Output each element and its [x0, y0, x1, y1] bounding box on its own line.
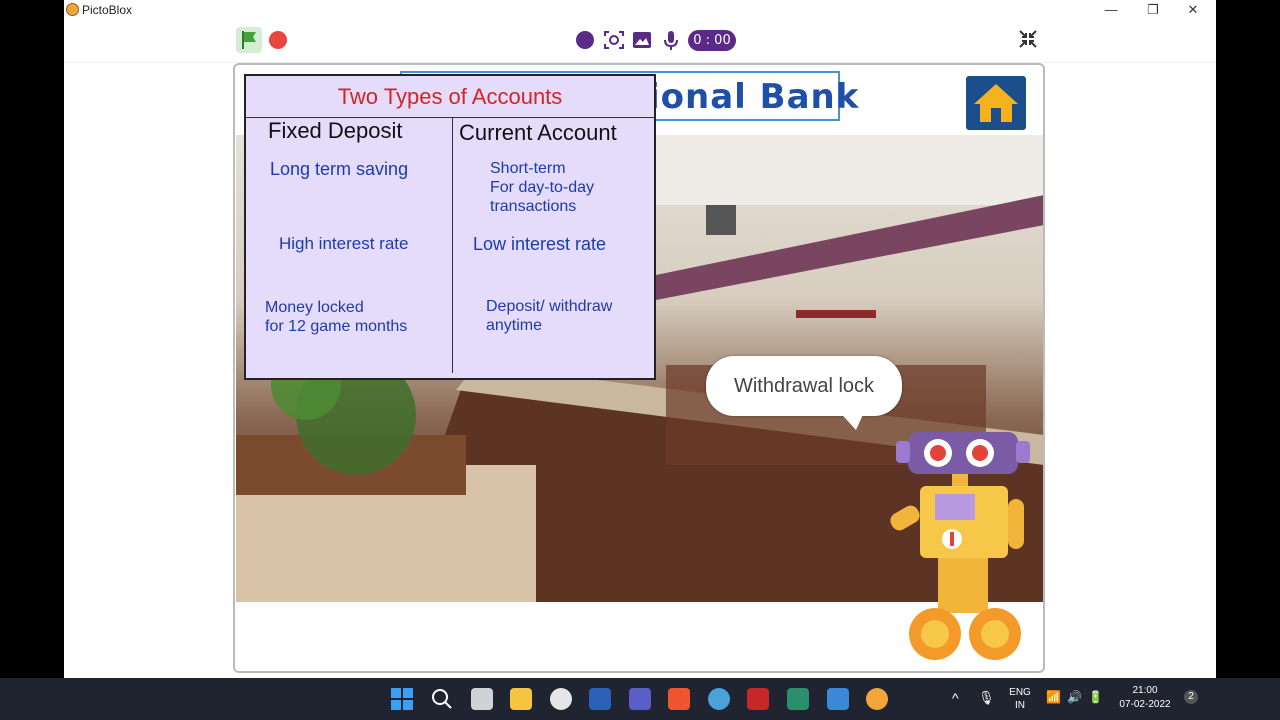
microphone-button[interactable]: [661, 30, 681, 50]
language-label: ENG: [1009, 687, 1031, 698]
record-button[interactable]: [575, 30, 595, 50]
volume-icon[interactable]: 🔊: [1067, 690, 1082, 704]
screenshot-icon: [604, 31, 624, 49]
acrobat-icon[interactable]: [747, 688, 769, 710]
robot-sprite[interactable]: [890, 429, 1040, 669]
show-hidden-icons-icon[interactable]: ^: [952, 690, 959, 706]
window-title: PictoBlox: [82, 3, 133, 17]
speech-bubble: Withdrawal lock: [706, 356, 902, 430]
column-divider: [452, 117, 453, 373]
pictoblox-logo-icon: [66, 3, 79, 16]
accounts-comparison-card: Two Types of Accounts Fixed Deposit Curr…: [244, 74, 656, 380]
fixed-deposit-lock: Money locked for 12 game months: [265, 299, 408, 335]
language-indicator[interactable]: ENG IN: [1006, 686, 1034, 712]
minimize-button[interactable]: —: [1090, 0, 1132, 20]
current-account-term: Short-term For day-to-day transactions: [490, 160, 595, 215]
clock-date: 07-02-2022: [1119, 699, 1171, 710]
record-icon: [576, 31, 594, 49]
task-view-icon[interactable]: [471, 688, 493, 710]
title-bar: PictoBlox — ❐ ✕: [64, 0, 1216, 20]
wifi-icon[interactable]: 📶: [1046, 690, 1061, 704]
search-icon[interactable]: [431, 688, 453, 710]
recording-timer: 0 : 00: [688, 30, 736, 51]
windows-start-icon[interactable]: [391, 688, 413, 710]
card-title: Two Types of Accounts: [337, 84, 563, 109]
zoom-icon[interactable]: [827, 688, 849, 710]
fullscreen-toggle-button[interactable]: [1019, 30, 1039, 50]
image-icon: [633, 32, 651, 48]
app-window: PictoBlox — ❐ ✕ 0: 00 ional Bank Two Ty…: [64, 0, 1216, 678]
notification-badge[interactable]: 2: [1184, 690, 1198, 704]
stage-canvas[interactable]: ional Bank Two Types of Accounts Fixed D…: [233, 63, 1045, 673]
fixed-deposit-term: Long term saving: [270, 159, 409, 179]
bank-title: ional Bank: [648, 77, 860, 117]
microphone-tray-icon[interactable]: 🎙: [978, 690, 995, 706]
globe-icon[interactable]: [708, 688, 730, 710]
current-account-interest: Low interest rate: [473, 234, 607, 254]
home-icon: [974, 84, 1018, 122]
battery-icon[interactable]: 🔋: [1088, 690, 1103, 704]
clock-time: 21:00: [1132, 685, 1158, 696]
stop-button[interactable]: [269, 31, 287, 49]
microphone-icon: [664, 31, 678, 50]
stage-toolbar: 0 : 00: [64, 20, 1216, 63]
screenshot-button[interactable]: [603, 30, 624, 50]
collapse-fullscreen-icon: [1019, 30, 1037, 48]
column-header-fixed-deposit: Fixed Deposit: [268, 118, 403, 143]
image-button[interactable]: [632, 30, 652, 50]
fixed-deposit-interest: High interest rate: [279, 234, 409, 253]
speech-bubble-text: Withdrawal lock: [733, 375, 875, 397]
file-explorer-icon[interactable]: [510, 688, 532, 710]
clock[interactable]: 21:00 07-02-2022: [1114, 684, 1176, 712]
download-icon[interactable]: [787, 688, 809, 710]
home-button[interactable]: [966, 76, 1026, 130]
teams-icon[interactable]: [629, 688, 651, 710]
green-flag-button[interactable]: [236, 27, 262, 53]
restore-button[interactable]: ❐: [1132, 0, 1174, 20]
speech-bubble-tail: [836, 408, 866, 430]
column-header-current-account: Current Account: [459, 120, 617, 145]
region-label: IN: [1015, 700, 1025, 711]
brave-icon[interactable]: [668, 688, 690, 710]
chrome-icon[interactable]: [550, 688, 572, 710]
pictoblox-taskbar-icon[interactable]: [866, 688, 888, 710]
green-flag-icon: [242, 31, 256, 49]
close-button[interactable]: ✕: [1172, 0, 1214, 20]
current-account-withdraw: Deposit/ withdraw anytime: [486, 298, 613, 334]
word-icon[interactable]: [589, 688, 611, 710]
